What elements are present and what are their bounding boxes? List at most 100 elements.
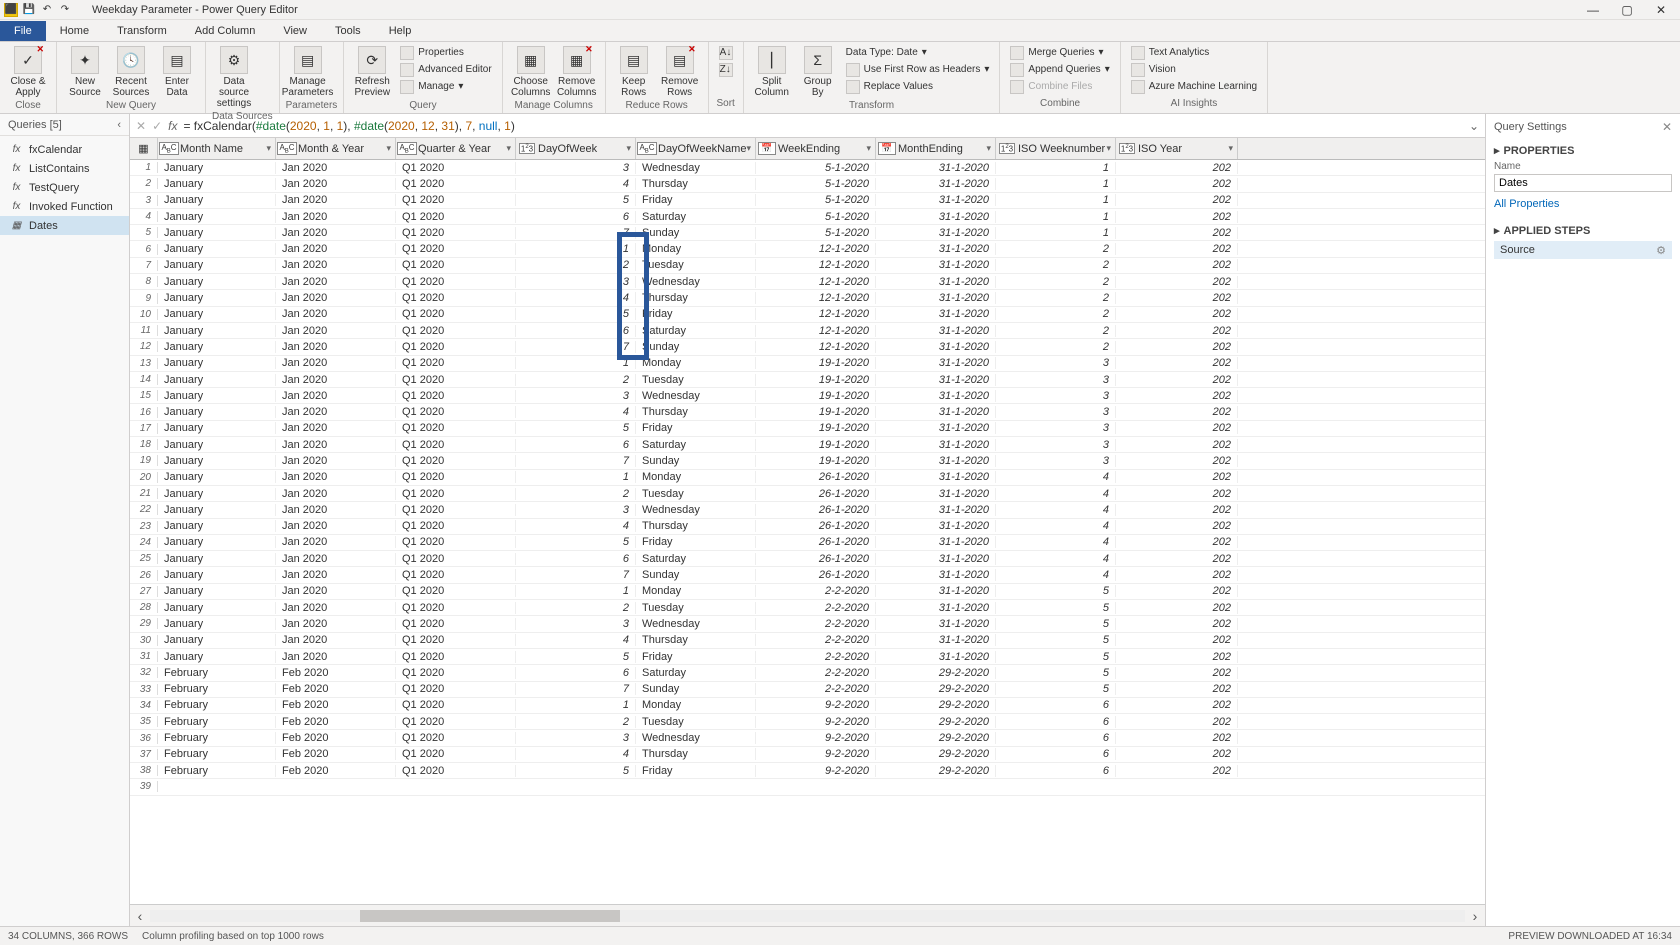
cell-day_of_week[interactable]: 6 [516,325,636,337]
type-text-icon[interactable]: ABC [640,142,654,156]
cell-month_year[interactable]: Feb 2020 [276,683,396,695]
cell-month_name[interactable]: January [158,390,276,402]
cell-month_year[interactable]: Jan 2020 [276,585,396,597]
cell-day_of_week[interactable]: 7 [516,683,636,695]
cell-quarter_year[interactable]: Q1 2020 [396,292,516,304]
cell-quarter_year[interactable]: Q1 2020 [396,683,516,695]
save-icon[interactable]: 💾 [22,3,36,17]
data-type-dropdown[interactable]: Data Type: Date ▾ [842,44,994,61]
cell-iso_week[interactable]: 3 [996,455,1116,467]
cell-quarter_year[interactable]: Q1 2020 [396,325,516,337]
cell-month_name[interactable]: February [158,716,276,728]
remove-rows-button[interactable]: ▤Remove Rows [658,44,702,100]
cell-day_name[interactable]: Sunday [636,683,756,695]
cell-iso_week[interactable]: 1 [996,162,1116,174]
cell-week_ending[interactable]: 19-1-2020 [756,455,876,467]
cell-iso_week[interactable]: 6 [996,732,1116,744]
cell-iso_year[interactable]: 202 [1116,325,1238,337]
cell-day_of_week[interactable]: 3 [516,390,636,402]
query-item-invoked-function[interactable]: fxInvoked Function [0,197,129,216]
cell-month_ending[interactable]: 31-1-2020 [876,602,996,614]
cell-quarter_year[interactable]: Q1 2020 [396,227,516,239]
cell-quarter_year[interactable]: Q1 2020 [396,504,516,516]
cell-week_ending[interactable]: 26-1-2020 [756,504,876,516]
type-int-icon[interactable]: 123 [1000,142,1014,156]
cell-iso_year[interactable]: 202 [1116,553,1238,565]
cell-month_year[interactable]: Feb 2020 [276,765,396,777]
cell-month_ending[interactable]: 31-1-2020 [876,422,996,434]
cell-month_ending[interactable]: 31-1-2020 [876,211,996,223]
cell-month_year[interactable]: Jan 2020 [276,553,396,565]
cell-month_year[interactable]: Jan 2020 [276,178,396,190]
cell-month_ending[interactable]: 31-1-2020 [876,308,996,320]
cell-day_of_week[interactable]: 5 [516,422,636,434]
cell-quarter_year[interactable]: Q1 2020 [396,439,516,451]
cell-month_ending[interactable]: 29-2-2020 [876,732,996,744]
cell-day_of_week[interactable]: 7 [516,227,636,239]
filter-dropdown-icon[interactable]: ▾ [746,143,751,154]
cell-week_ending[interactable]: 19-1-2020 [756,390,876,402]
cell-month_year[interactable]: Jan 2020 [276,488,396,500]
cell-iso_year[interactable]: 202 [1116,455,1238,467]
table-row[interactable]: 11JanuaryJan 2020Q1 20206Saturday12-1-20… [130,323,1485,339]
cell-quarter_year[interactable]: Q1 2020 [396,390,516,402]
cell-month_year[interactable]: Jan 2020 [276,504,396,516]
tab-transform[interactable]: Transform [103,21,181,41]
filter-dropdown-icon[interactable]: ▾ [1228,143,1233,154]
choose-columns-button[interactable]: ▦Choose Columns [509,44,553,100]
table-row[interactable]: 35FebruaryFeb 2020Q1 20202Tuesday9-2-202… [130,714,1485,730]
cell-month_ending[interactable]: 31-1-2020 [876,569,996,581]
cell-month_name[interactable]: February [158,748,276,760]
cell-month_name[interactable]: January [158,276,276,288]
cell-month_ending[interactable]: 31-1-2020 [876,325,996,337]
cell-week_ending[interactable]: 9-2-2020 [756,765,876,777]
cell-iso_year[interactable]: 202 [1116,585,1238,597]
cell-month_ending[interactable]: 31-1-2020 [876,390,996,402]
cell-iso_year[interactable]: 202 [1116,422,1238,434]
cell-month_name[interactable]: February [158,667,276,679]
cell-day_name[interactable]: Sunday [636,569,756,581]
cell-month_ending[interactable]: 31-1-2020 [876,618,996,630]
cell-day_of_week[interactable]: 6 [516,553,636,565]
cell-week_ending[interactable]: 5-1-2020 [756,227,876,239]
manage-parameters-button[interactable]: ▤Manage Parameters [286,44,330,100]
cell-iso_week[interactable]: 5 [996,602,1116,614]
cell-quarter_year[interactable]: Q1 2020 [396,488,516,500]
cell-iso_year[interactable]: 202 [1116,308,1238,320]
chevron-down-icon[interactable]: ▸ [1494,224,1500,237]
cell-month_ending[interactable]: 31-1-2020 [876,651,996,663]
tab-view[interactable]: View [269,21,321,41]
cell-iso_week[interactable]: 4 [996,569,1116,581]
cell-iso_year[interactable]: 202 [1116,292,1238,304]
tab-file[interactable]: File [0,21,46,41]
cell-month_name[interactable]: January [158,341,276,353]
query-item-dates[interactable]: ▦Dates [0,216,129,235]
cell-month_ending[interactable]: 31-1-2020 [876,553,996,565]
table-row[interactable]: 14JanuaryJan 2020Q1 20202Tuesday19-1-202… [130,372,1485,388]
cell-iso_week[interactable]: 4 [996,553,1116,565]
column-header-month_ending[interactable]: 📅MonthEnding▾ [876,138,996,159]
close-settings-icon[interactable]: ✕ [1662,120,1672,134]
cell-day_of_week[interactable]: 1 [516,357,636,369]
cell-quarter_year[interactable]: Q1 2020 [396,357,516,369]
cell-week_ending[interactable]: 12-1-2020 [756,308,876,320]
cell-day_name[interactable]: Monday [636,471,756,483]
table-row[interactable]: 3JanuaryJan 2020Q1 20205Friday5-1-202031… [130,193,1485,209]
cell-day_name[interactable]: Monday [636,357,756,369]
close-apply-button[interactable]: ✓Close & Apply [6,44,50,100]
properties-button[interactable]: Properties [396,44,495,61]
cell-day_of_week[interactable]: 1 [516,243,636,255]
cell-month_ending[interactable]: 31-1-2020 [876,178,996,190]
cell-quarter_year[interactable]: Q1 2020 [396,699,516,711]
cell-day_of_week[interactable]: 3 [516,618,636,630]
cell-iso_year[interactable]: 202 [1116,243,1238,255]
cell-week_ending[interactable]: 5-1-2020 [756,162,876,174]
cell-month_year[interactable]: Jan 2020 [276,243,396,255]
cell-month_name[interactable]: January [158,308,276,320]
table-row[interactable]: 6JanuaryJan 2020Q1 20201Monday12-1-20203… [130,241,1485,257]
cell-month_name[interactable]: January [158,194,276,206]
cell-day_of_week[interactable]: 5 [516,308,636,320]
cell-quarter_year[interactable]: Q1 2020 [396,243,516,255]
cell-day_name[interactable]: Thursday [636,178,756,190]
cell-day_name[interactable]: Wednesday [636,732,756,744]
